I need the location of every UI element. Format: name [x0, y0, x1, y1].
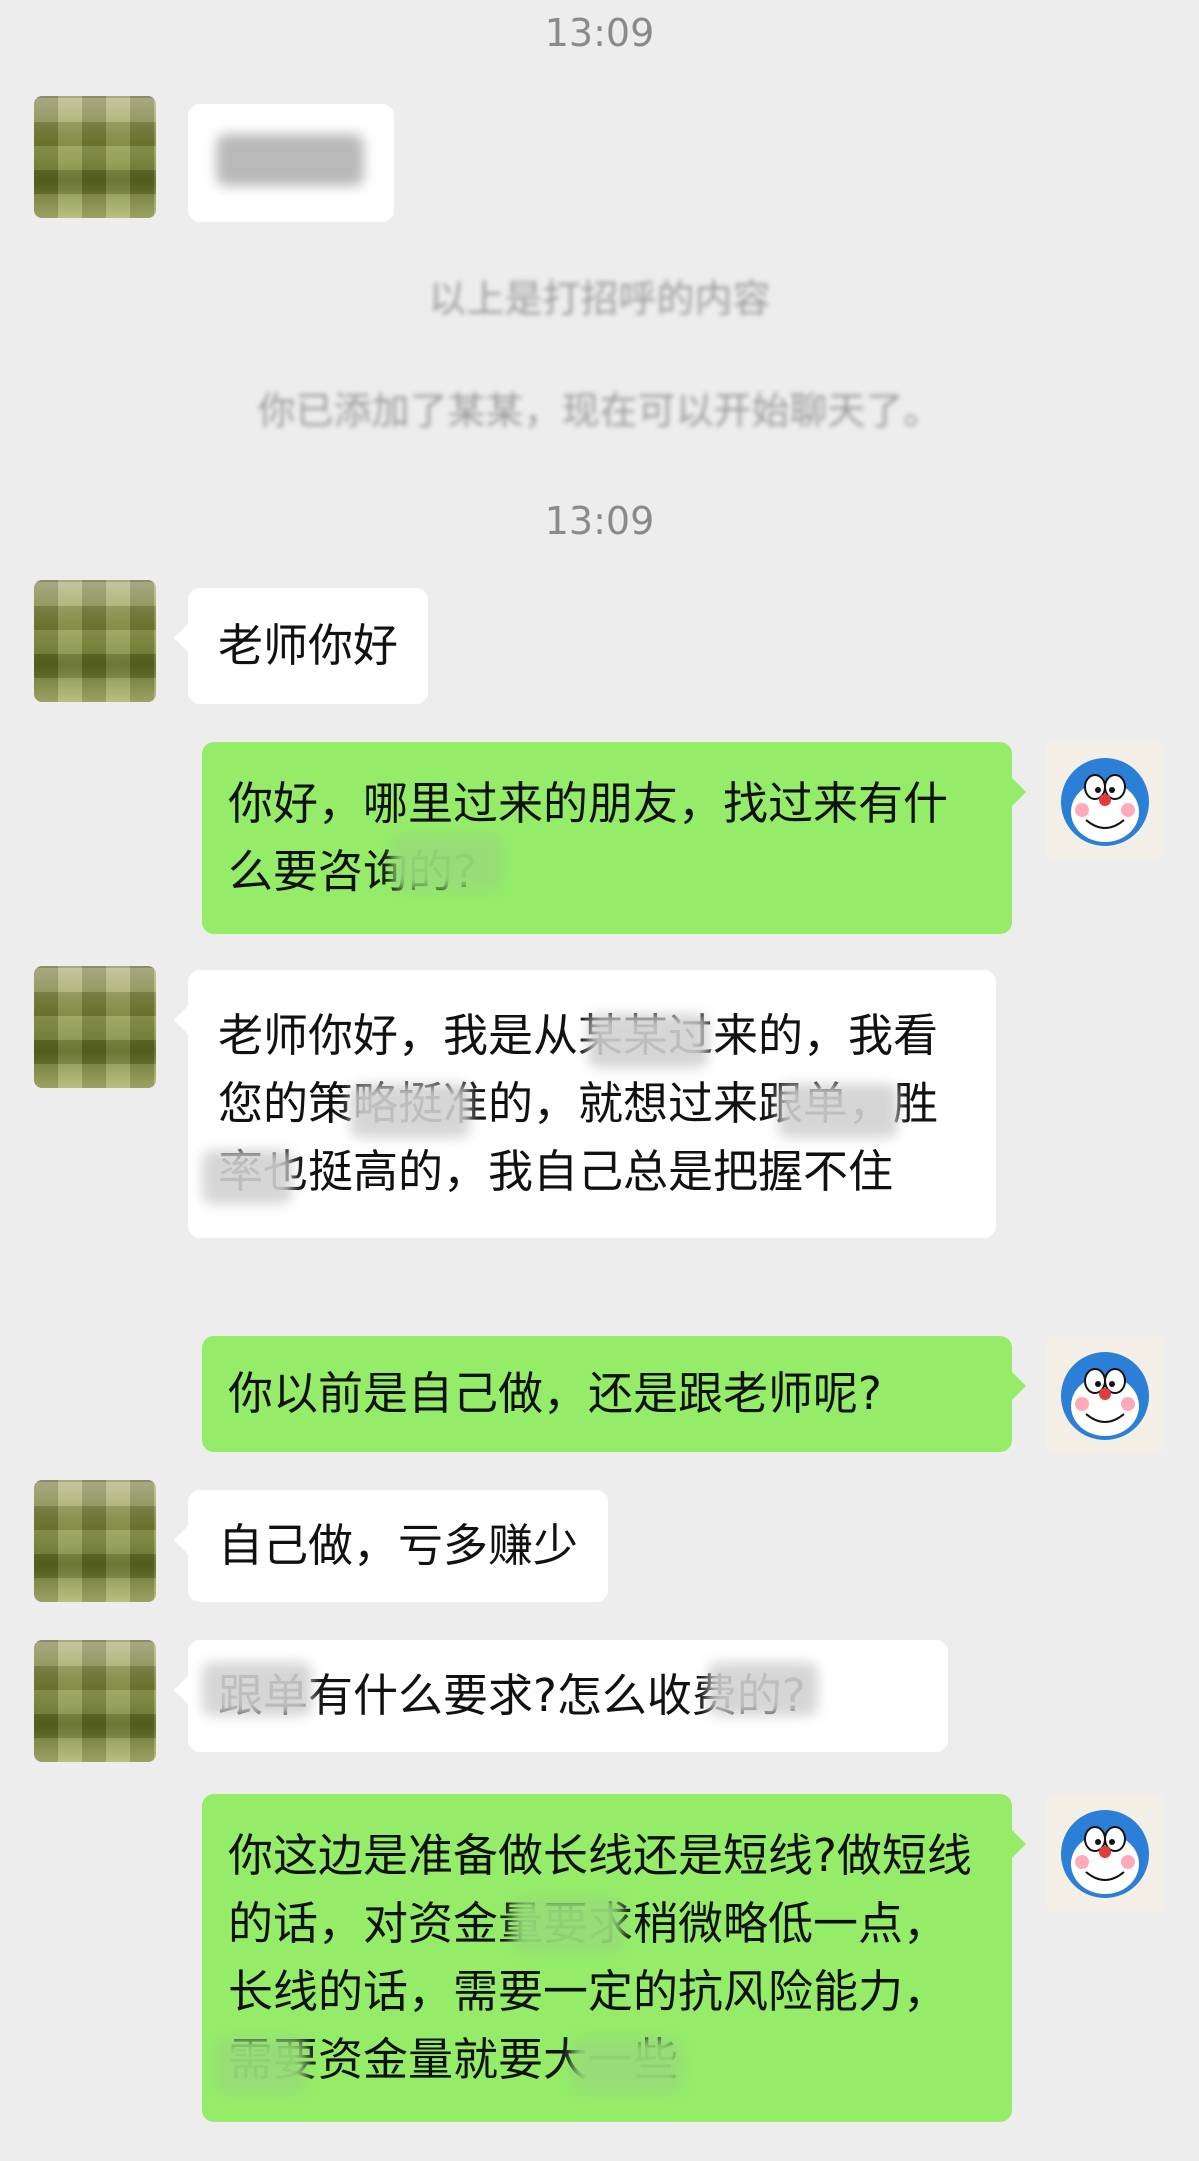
timestamp: 13:09: [544, 11, 655, 55]
contact-avatar-icon[interactable]: [34, 96, 156, 218]
doraemon-avatar-icon[interactable]: [1046, 742, 1164, 860]
contact-avatar-icon[interactable]: [34, 966, 156, 1088]
message-bubble[interactable]: 你这边是准备做长线还是短线?做短线的话，对资金量要求稍微略低一点，长线的话，需要…: [202, 1794, 1026, 2122]
timestamp: 13:09: [544, 499, 655, 543]
contact-avatar-icon[interactable]: [34, 580, 156, 702]
message-bubble[interactable]: 你以前是自己做，还是跟老师呢?: [202, 1336, 1026, 1452]
doraemon-avatar-icon[interactable]: [1046, 1336, 1164, 1454]
message-bubble[interactable]: 你好，哪里过来的朋友，找过来有什么要咨询的?: [202, 742, 1026, 934]
message-text: 自己做，亏多赚少: [218, 1519, 579, 1572]
message-bubble[interactable]: 自己做，亏多赚少: [173, 1490, 609, 1602]
contact-avatar-icon[interactable]: [34, 1480, 156, 1602]
system-notice-line2: 你已添加了某某，现在可以开始聊天了。: [257, 389, 942, 433]
message-bubble[interactable]: 老师你好，我是从某某过来的，我看您的策略挺准的，就想过来跟单，胜率也挺高的，我自…: [174, 970, 996, 1238]
message-text: 老师你好: [218, 619, 399, 672]
message-text: 你好，哪里过来的朋友，找过来有什么要咨询的?: [228, 777, 949, 898]
message-bubble[interactable]: 老师你好: [173, 588, 429, 704]
doraemon-avatar-icon[interactable]: [1046, 1794, 1164, 1912]
message-text: 你以前是自己做，还是跟老师呢?: [228, 1367, 882, 1420]
contact-avatar-icon[interactable]: [34, 1640, 156, 1762]
system-notice-line1: 以上是打招呼的内容: [428, 277, 771, 321]
blurred-message-bubble: [188, 104, 394, 222]
message-bubble[interactable]: 跟单有什么要求?怎么收费的?: [174, 1640, 948, 1752]
